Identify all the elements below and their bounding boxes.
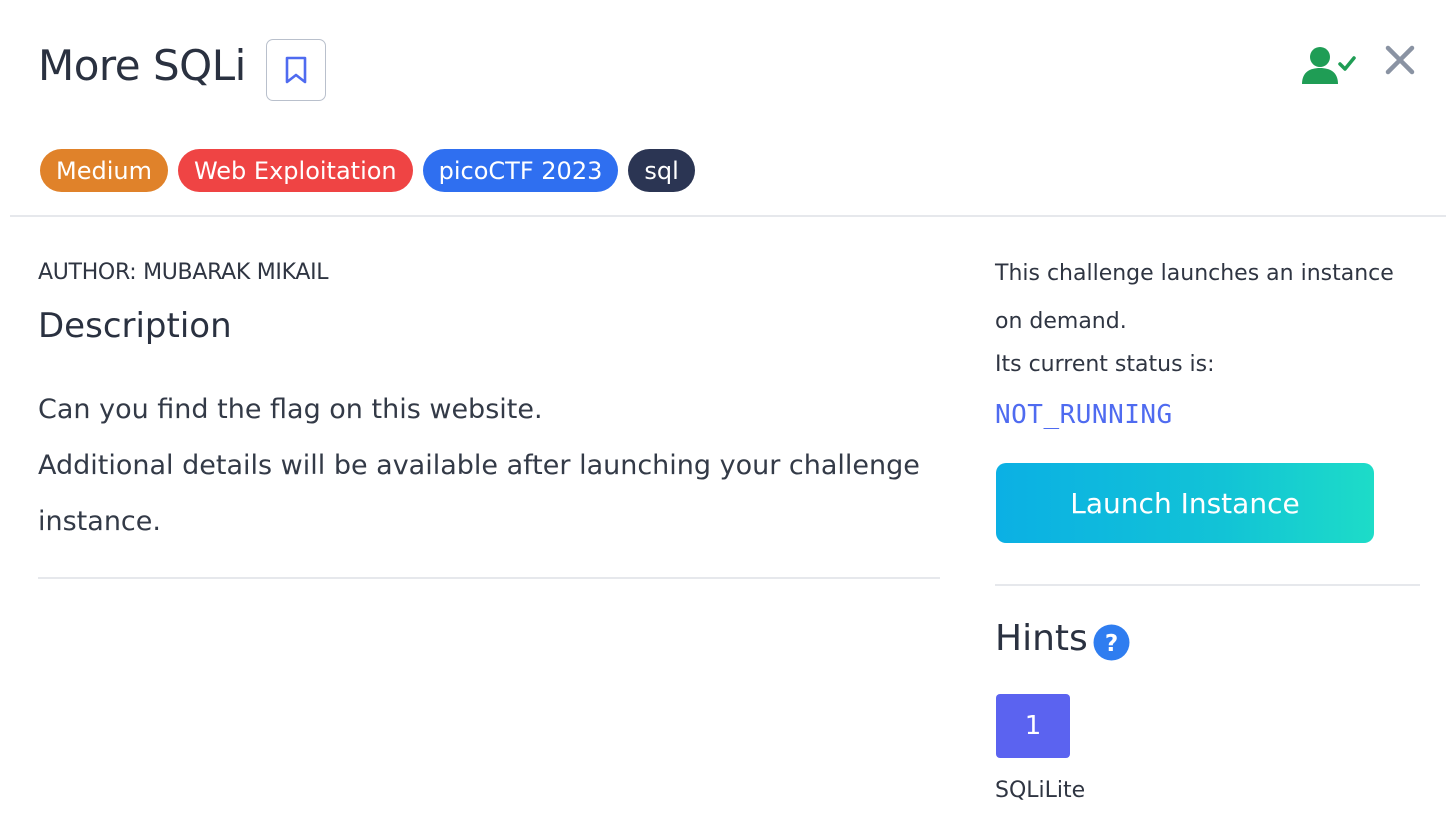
svg-text:?: ? — [1105, 631, 1118, 657]
bookmark-icon — [285, 56, 307, 84]
tag-category: Web Exploitation — [177, 149, 413, 192]
status-label: Its current status is: — [995, 352, 1215, 377]
user-check-icon — [1302, 47, 1356, 84]
tag-difficulty: Medium — [40, 149, 168, 192]
instance-info-text: This challenge launches an instance on d… — [995, 261, 1394, 334]
challenge-title: More SQLi — [38, 41, 246, 90]
launch-instance-button[interactable]: Launch Instance — [996, 463, 1374, 543]
close-icon[interactable] — [1384, 44, 1416, 76]
question-circle-icon[interactable]: ? — [1093, 624, 1130, 661]
instance-divider — [995, 584, 1420, 586]
instance-info: This challenge launches an instance on d… — [995, 250, 1425, 346]
hint-button-1[interactable]: 1 — [996, 694, 1070, 758]
status-value: NOT_RUNNING — [995, 400, 1173, 430]
tag-list: Medium Web Exploitation picoCTF 2023 sql — [40, 149, 695, 192]
description-line: Additional details will be available aft… — [38, 450, 920, 537]
description-divider — [38, 577, 940, 579]
description-line: Can you find the flag on this website. — [38, 394, 543, 425]
tag-event: picoCTF 2023 — [422, 149, 619, 192]
challenge-modal: More SQLi Medium Web Exploitation picoCT… — [0, 0, 1456, 814]
header-divider — [10, 215, 1446, 217]
description-text: Can you find the flag on this website. A… — [38, 382, 938, 550]
hint-text: SQLiLite — [995, 778, 1086, 803]
hints-heading: Hints — [995, 618, 1088, 659]
tag-topic: sql — [628, 149, 695, 192]
description-heading: Description — [38, 306, 232, 346]
bookmark-button[interactable] — [266, 39, 326, 101]
author-label: AUTHOR: MUBARAK MIKAIL — [38, 260, 329, 285]
